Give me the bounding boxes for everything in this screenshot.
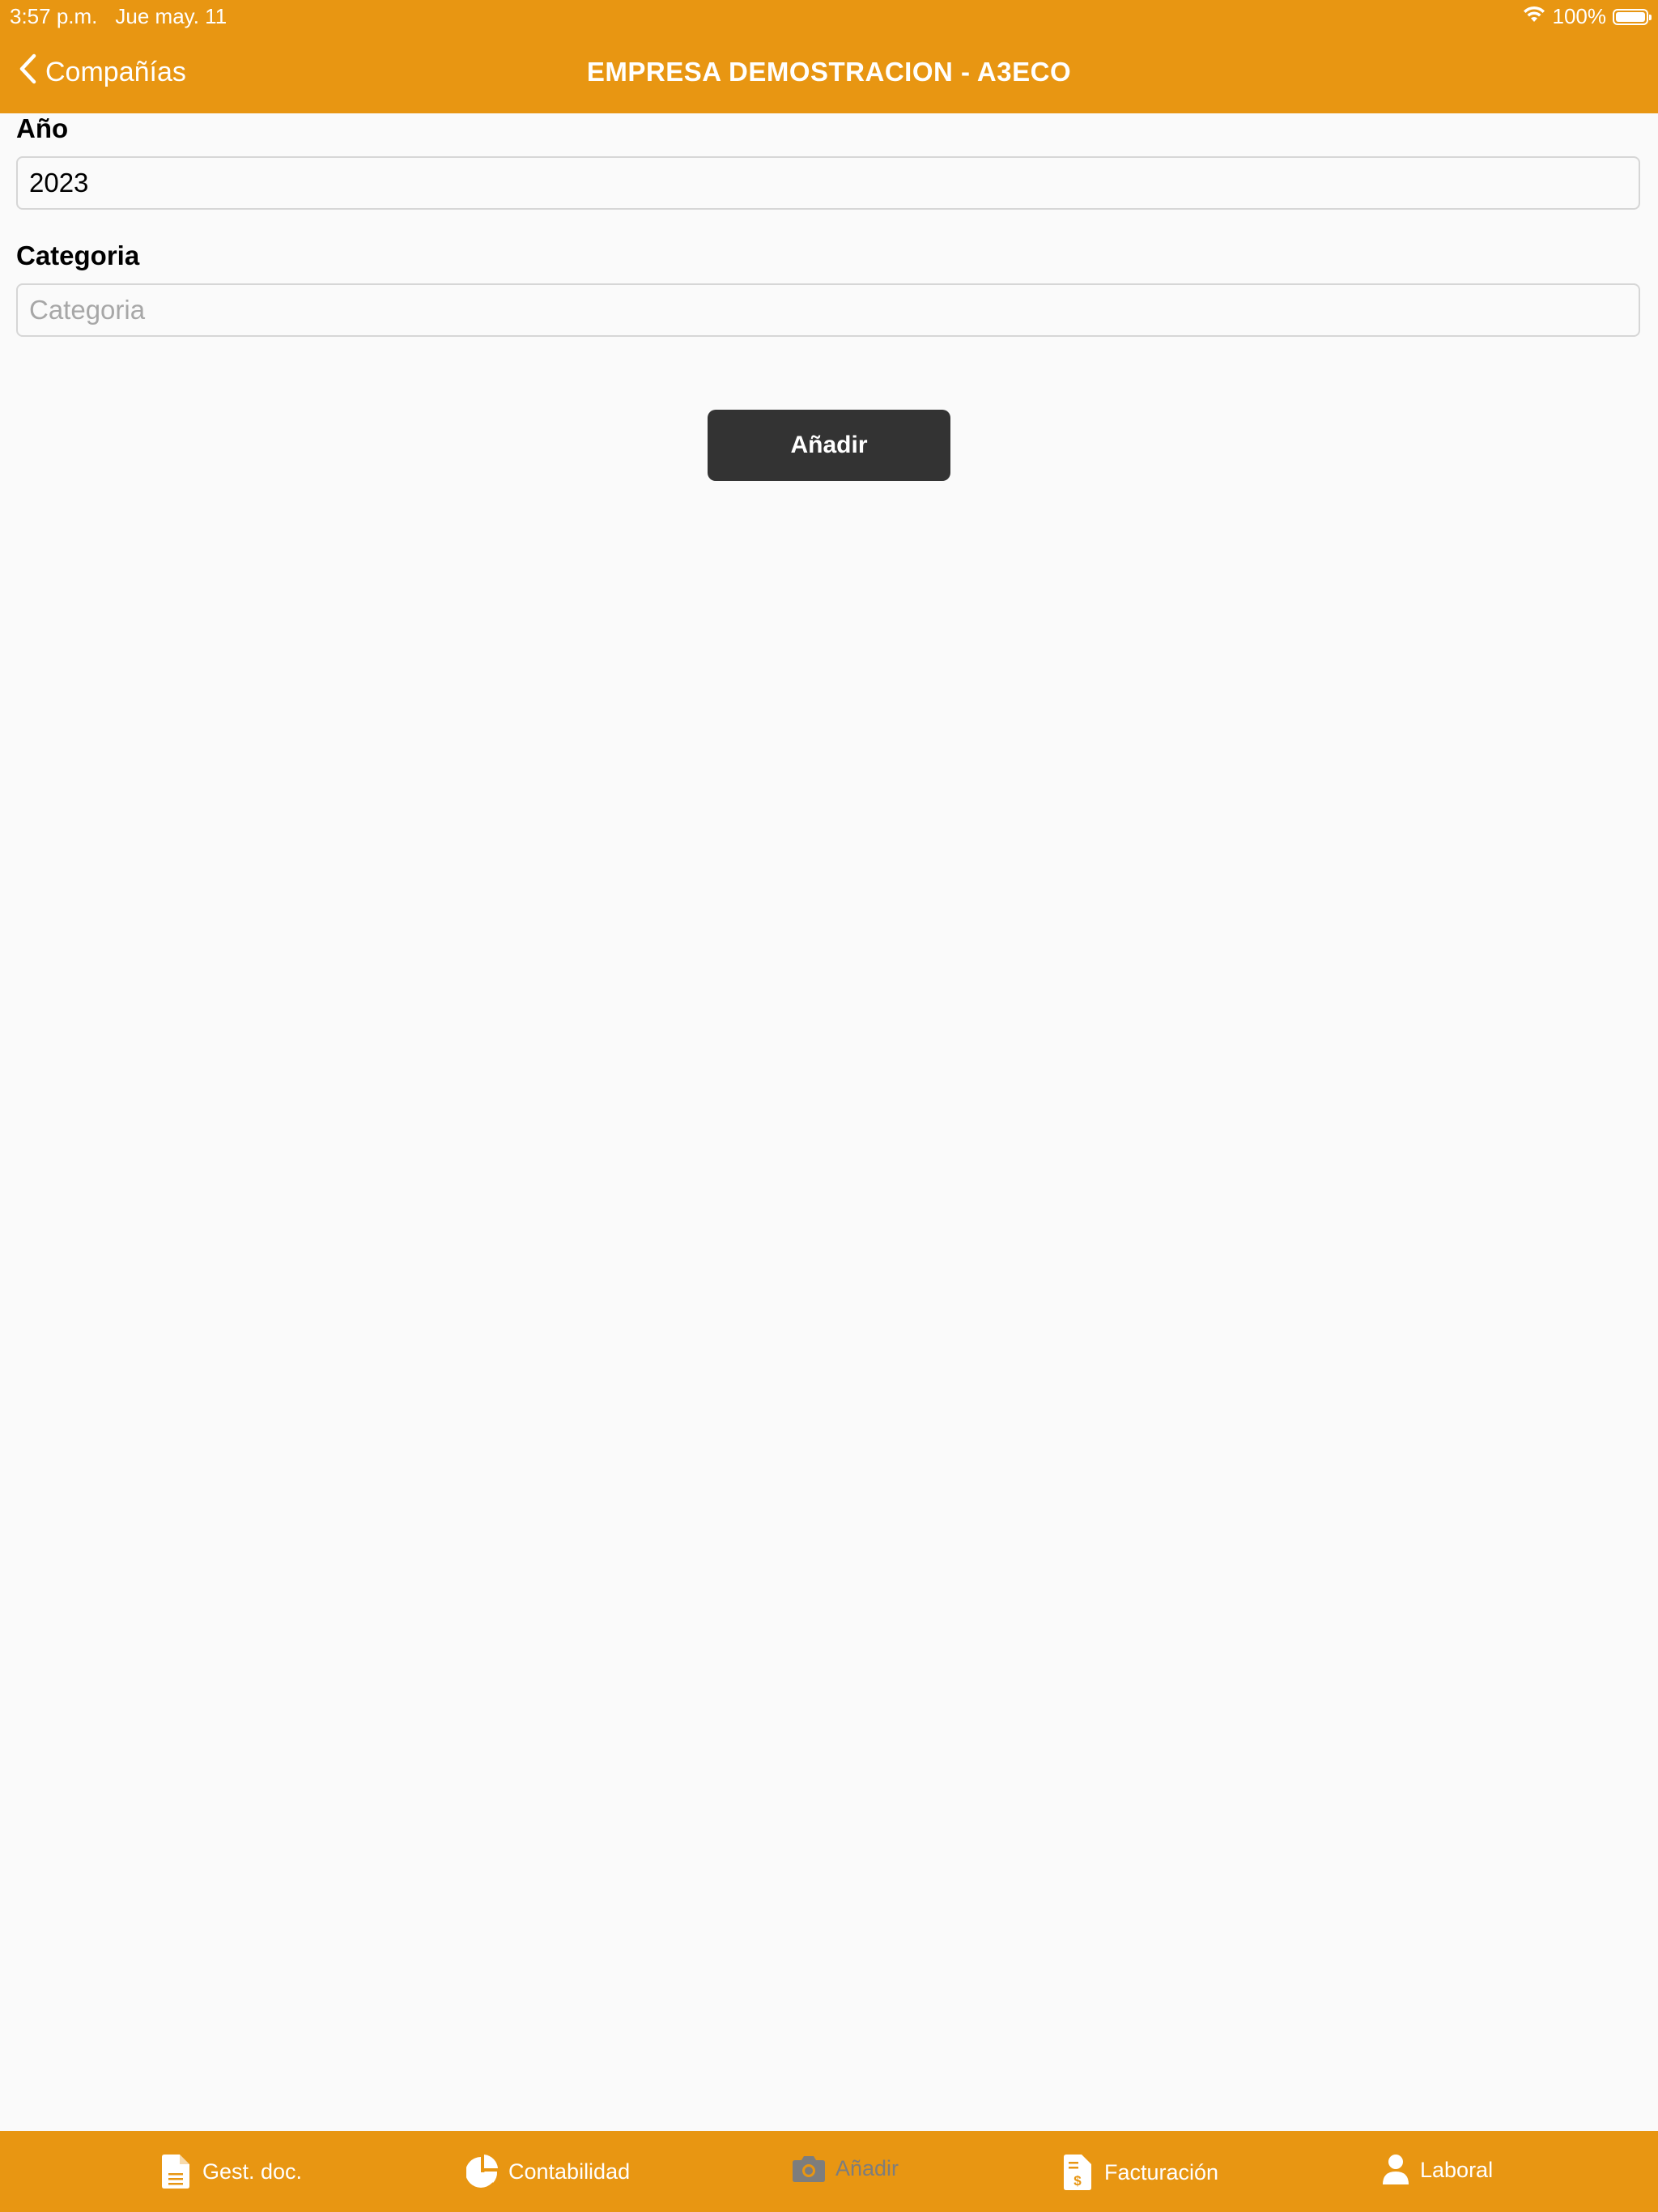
status-time: 3:57 p.m. (10, 4, 98, 28)
battery-percent: 100% (1552, 4, 1607, 28)
tab-anadir[interactable]: Añadir (792, 2154, 899, 2183)
svg-text:$: $ (1073, 2173, 1082, 2189)
page-title: EMPRESA DEMOSTRACION - A3ECO (586, 57, 1072, 87)
category-label: Categoria (16, 240, 140, 270)
battery-icon (1613, 8, 1652, 25)
tab-label: Gest. doc. (202, 2159, 303, 2184)
pie-chart-icon (466, 2154, 499, 2189)
add-button[interactable]: Añadir (708, 410, 950, 481)
tab-label: Facturación (1104, 2159, 1219, 2184)
navigation-bar: Compañías EMPRESA DEMOSTRACION - A3ECO (0, 32, 1658, 113)
document-icon (159, 2154, 193, 2189)
tab-label: Laboral (1420, 2157, 1494, 2182)
person-icon (1381, 2154, 1410, 2186)
invoice-icon: $ (1061, 2154, 1095, 2191)
status-date: Jue may. 11 (115, 4, 227, 28)
tab-laboral[interactable]: Laboral (1381, 2154, 1493, 2186)
year-label: Año (16, 113, 69, 143)
tab-label: Añadir (835, 2155, 899, 2180)
status-left: 3:57 p.m. Jue may. 11 (10, 4, 227, 29)
tab-label: Contabilidad (508, 2159, 631, 2184)
tab-bar: Gest. doc. Contabilidad Añadir $ Factura… (0, 2131, 1658, 2212)
status-bar: 3:57 p.m. Jue may. 11 100% (0, 0, 1658, 32)
wifi-icon (1522, 4, 1546, 29)
tab-facturacion[interactable]: $ Facturación (1061, 2154, 1218, 2191)
category-input[interactable] (16, 283, 1640, 337)
tab-gest-doc[interactable]: Gest. doc. (159, 2154, 302, 2189)
status-right: 100% (1522, 4, 1652, 29)
tab-contabilidad[interactable]: Contabilidad (466, 2154, 630, 2189)
camera-icon (792, 2154, 826, 2183)
year-input[interactable] (16, 156, 1640, 210)
